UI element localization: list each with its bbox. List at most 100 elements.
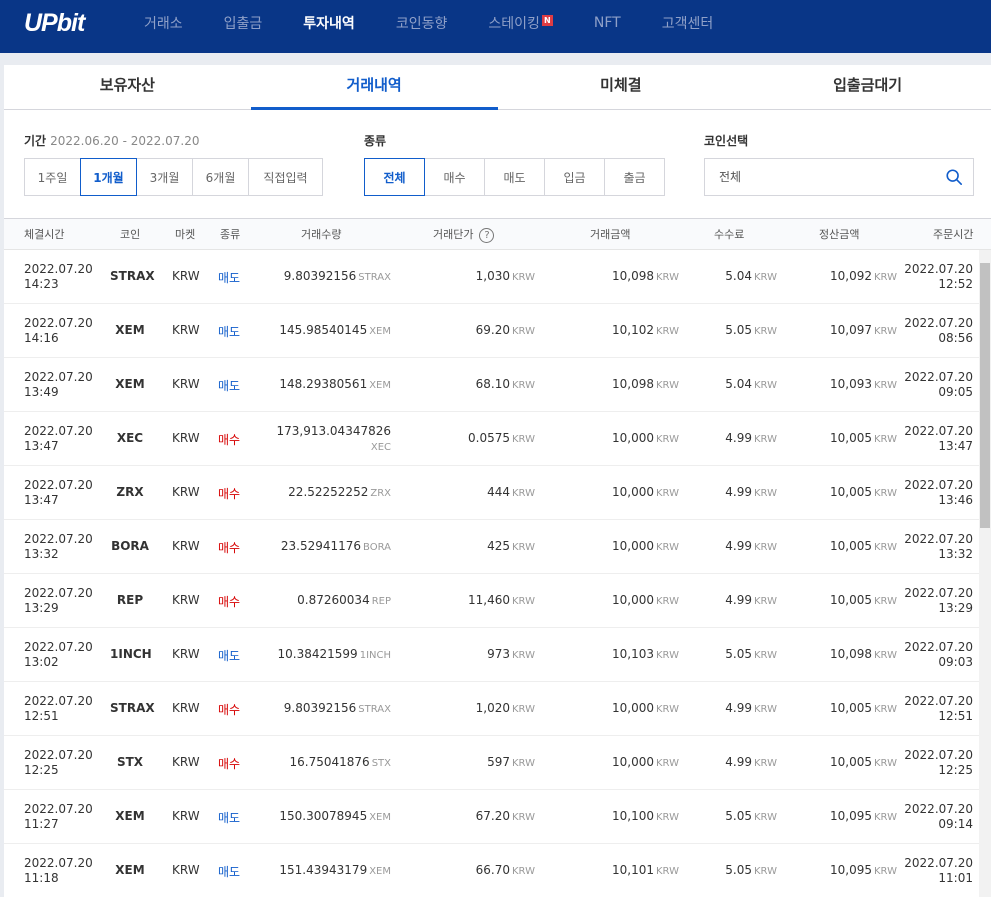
amount-cell: 10,098 KRW — [612, 377, 679, 391]
unit-price-unit: KRW — [512, 380, 535, 391]
header-coin: 코인 — [120, 228, 141, 241]
unit-price-unit: KRW — [512, 326, 535, 337]
unit-price-unit: KRW — [512, 650, 535, 661]
unit-price-value: 66.70 — [475, 863, 510, 877]
coin-cell: XEM — [115, 377, 145, 391]
table-row: 2022.07.20 11:18 XEM KRW 매도 151.43943179 X… — [4, 844, 991, 897]
nav-coin-trends[interactable]: 코인동향 — [396, 13, 448, 33]
coin-select-value: 전체 — [719, 170, 742, 184]
unit-price-unit: KRW — [512, 596, 535, 607]
unit-price-value: 425 — [487, 539, 510, 553]
settlement-unit: KRW — [874, 326, 897, 337]
quantity-unit: XEM — [369, 326, 391, 337]
period-1week-button[interactable]: 1주일 — [24, 158, 81, 196]
settlement-cell: 10,005 KRW — [830, 755, 897, 769]
exec-time-cell: 2022.07.20 11:18 — [24, 856, 93, 886]
market-cell: KRW — [172, 485, 200, 499]
exec-time: 12:25 — [24, 763, 59, 777]
fee-cell: 5.05 KRW — [725, 323, 777, 337]
market-cell: KRW — [172, 539, 200, 553]
fee-value: 5.05 — [725, 647, 752, 661]
period-1month-button[interactable]: 1개월 — [80, 158, 137, 196]
help-icon[interactable]: ? — [479, 227, 495, 243]
unit-price-cell: 67.20 KRW — [476, 809, 535, 823]
quantity-unit: STRAX — [358, 704, 391, 715]
order-time: 12:25 — [938, 763, 973, 777]
settlement-value: 10,005 — [830, 755, 872, 769]
nav-exchange[interactable]: 거래소 — [144, 13, 183, 33]
quantity-unit: STRAX — [358, 272, 391, 283]
fee-cell: 4.99 KRW — [725, 701, 777, 715]
amount-value: 10,000 — [612, 593, 654, 607]
amount-value: 10,000 — [612, 431, 654, 445]
unit-price-value: 973 — [487, 647, 510, 661]
table-row: 2022.07.20 13:47 XEC KRW 매수 173,913.04347… — [4, 412, 991, 466]
exec-time-cell: 2022.07.20 11:27 — [24, 802, 93, 832]
search-icon[interactable] — [945, 168, 963, 186]
type-deposit-button[interactable]: 입금 — [544, 158, 605, 196]
period-custom-button[interactable]: 직접입력 — [248, 158, 323, 196]
main-nav: 거래소 입출금 투자내역 코인동향 스테이킹 N NFT 고객센터 — [144, 0, 754, 45]
order-time-cell: 2022.07.20 09:14 — [904, 802, 973, 832]
settlement-cell: 10,095 KRW — [830, 863, 897, 877]
tab-open-orders[interactable]: 미체결 — [498, 65, 745, 109]
order-date: 2022.07.20 — [904, 370, 973, 384]
order-date: 2022.07.20 — [904, 424, 973, 438]
nav-customer-center[interactable]: 고객센터 — [662, 13, 714, 33]
quantity-cell: 173,913.04347826 XEC — [276, 424, 391, 455]
scrollbar-thumb[interactable] — [980, 263, 990, 528]
order-date: 2022.07.20 — [904, 262, 973, 276]
amount-value: 10,103 — [612, 647, 654, 661]
coin-select-input[interactable]: 전체 — [704, 158, 974, 196]
settlement-value: 10,097 — [830, 323, 872, 337]
quantity-value: 22.52252252 — [288, 485, 369, 499]
period-6month-button[interactable]: 6개월 — [192, 158, 249, 196]
coin-cell: XEM — [115, 809, 145, 823]
settlement-unit: KRW — [874, 380, 897, 391]
tab-trade-history[interactable]: 거래내역 — [250, 65, 498, 110]
fee-value: 4.99 — [725, 431, 752, 445]
quantity-unit: BORA — [363, 542, 391, 553]
type-buy-button[interactable]: 매수 — [424, 158, 485, 196]
period-button-group: 1주일 1개월 3개월 6개월 직접입력 — [24, 158, 323, 196]
unit-price-cell: 0.0575 KRW — [468, 431, 535, 445]
tab-holdings[interactable]: 보유자산 — [4, 65, 251, 109]
order-date: 2022.07.20 — [904, 586, 973, 600]
unit-price-value: 1,030 — [475, 269, 510, 283]
nav-investments[interactable]: 투자내역 — [303, 13, 355, 33]
fee-value: 4.99 — [725, 485, 752, 499]
exec-time-cell: 2022.07.20 14:16 — [24, 316, 93, 346]
header-fee: 수수료 — [714, 228, 745, 241]
quantity-cell: 150.30078945 XEM — [279, 809, 391, 823]
order-time-cell: 2022.07.20 12:25 — [904, 748, 973, 778]
order-time: 13:47 — [938, 439, 973, 453]
order-date: 2022.07.20 — [904, 748, 973, 762]
settlement-unit: KRW — [874, 704, 897, 715]
nav-staking[interactable]: 스테이킹 N — [488, 13, 553, 33]
quantity-unit: XEM — [369, 380, 391, 391]
fee-unit: KRW — [754, 758, 777, 769]
order-time-cell: 2022.07.20 13:47 — [904, 424, 973, 454]
coin-filter-label: 코인선택 — [704, 134, 749, 148]
header-quantity: 거래수량 — [301, 228, 342, 241]
exec-time-cell: 2022.07.20 13:47 — [24, 424, 93, 454]
market-cell: KRW — [172, 863, 200, 877]
type-all-button[interactable]: 전체 — [364, 158, 425, 196]
quantity-value: 173,913.04347826 — [276, 424, 391, 438]
fee-unit: KRW — [754, 650, 777, 661]
type-withdraw-button[interactable]: 출금 — [604, 158, 665, 196]
quantity-cell: 23.52941176 BORA — [281, 539, 391, 553]
quantity-cell: 9.80392156 STRAX — [284, 701, 391, 715]
market-cell: KRW — [172, 431, 200, 445]
type-filter-label: 종류 — [364, 134, 387, 148]
upbit-logo[interactable]: UPbit — [24, 9, 85, 38]
nav-nft[interactable]: NFT — [594, 15, 621, 31]
unit-price-unit: KRW — [512, 866, 535, 877]
period-3month-button[interactable]: 3개월 — [136, 158, 193, 196]
tab-pending-transfers[interactable]: 입출금대기 — [744, 65, 991, 109]
quantity-cell: 9.80392156 STRAX — [284, 269, 391, 283]
fee-unit: KRW — [754, 326, 777, 337]
order-time-cell: 2022.07.20 13:29 — [904, 586, 973, 616]
nav-deposit-withdraw[interactable]: 입출금 — [224, 13, 263, 33]
type-sell-button[interactable]: 매도 — [484, 158, 545, 196]
